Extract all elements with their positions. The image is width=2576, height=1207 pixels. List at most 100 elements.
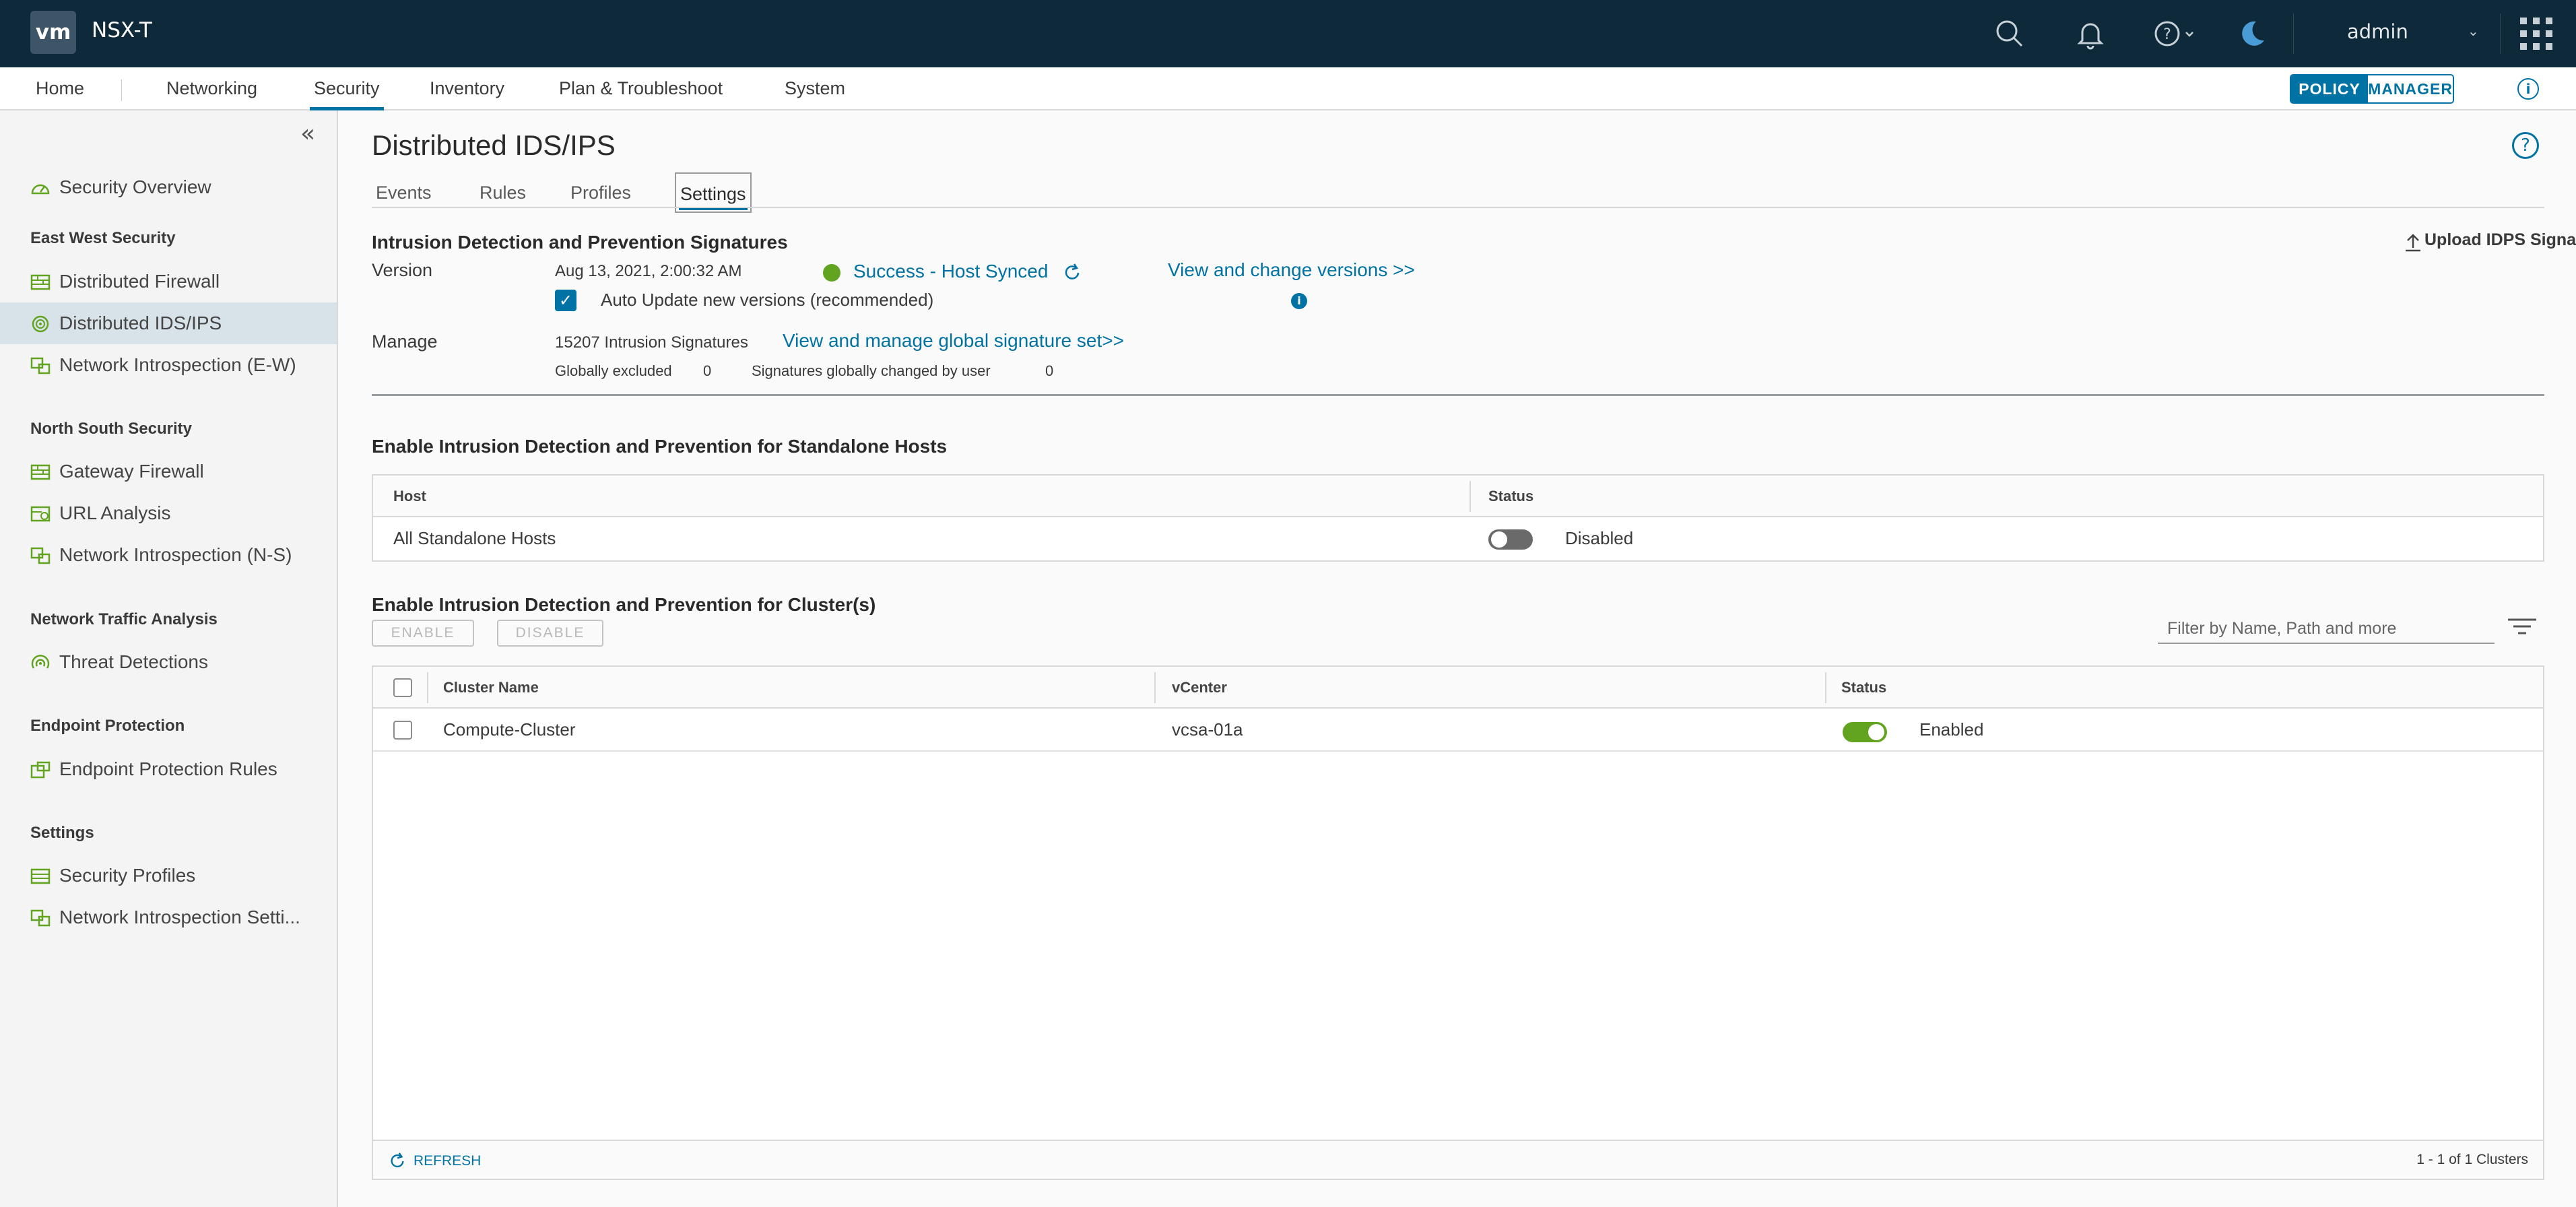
disable-button[interactable]: DISABLE: [497, 620, 603, 647]
column-separator: [1469, 481, 1471, 512]
url-analysis-icon: [30, 506, 51, 522]
select-all-checkbox[interactable]: [393, 678, 412, 697]
sidebar-item-distributed-firewall[interactable]: Distributed Firewall: [0, 261, 337, 302]
globally-excluded-value: 0: [703, 362, 712, 379]
sidebar-item-threat-detections[interactable]: Threat Detections: [0, 641, 337, 683]
sidebar-item-network-introspection-ns[interactable]: Network Introspection (N-S): [0, 534, 337, 576]
filter-icon[interactable]: [2507, 617, 2538, 637]
nav-networking[interactable]: Networking: [166, 78, 257, 110]
sidebar-item-label: Network Introspection Setti...: [59, 907, 300, 927]
search-icon[interactable]: [1993, 18, 2026, 50]
column-header-vcenter: vCenter: [1172, 679, 1227, 696]
upload-icon: [2406, 234, 2420, 252]
sidebar-item-distributed-ids-ips[interactable]: Distributed IDS/IPS: [0, 302, 337, 344]
main-content: Distributed IDS/IPS ? Events Rules Profi…: [338, 110, 2576, 1207]
global-header: vm NSX-T ? admin ⌄: [0, 0, 2576, 67]
enable-button[interactable]: ENABLE: [372, 620, 474, 647]
pagination-text: 1 - 1 of 1 Clusters: [2416, 1152, 2528, 1167]
host-name: All Standalone Hosts: [393, 528, 556, 548]
sidebar-item-label: Security Profiles: [59, 865, 196, 886]
changed-by-user-value: 0: [1045, 362, 1054, 379]
page-title: Distributed IDS/IPS: [372, 129, 616, 161]
column-separator: [1154, 672, 1156, 703]
column-separator: [1825, 672, 1826, 703]
sidebar-item-label: Network Introspection (N-S): [59, 544, 292, 565]
filter-input[interactable]: [2158, 614, 2495, 644]
threat-radar-icon: [31, 655, 50, 669]
sidebar-item-security-overview[interactable]: Security Overview: [0, 166, 337, 208]
introspection-icon: [30, 547, 51, 564]
column-header-status: Status: [1841, 679, 1887, 696]
refresh-label: REFRESH: [414, 1153, 482, 1169]
sidebar-item-label: Security Overview: [59, 176, 211, 197]
cluster-status-text: Enabled: [1919, 719, 1984, 740]
table-header: Cluster Name vCenter Status: [373, 667, 2543, 709]
policy-mode-button[interactable]: POLICY: [2291, 75, 2369, 102]
sidebar-item-label: URL Analysis: [59, 502, 171, 523]
help-icon[interactable]: ?: [2512, 132, 2539, 159]
manager-mode-button[interactable]: MANAGER: [2368, 75, 2453, 102]
refresh-icon[interactable]: [1062, 263, 1082, 283]
auto-update-checkbox[interactable]: ✓: [555, 290, 576, 311]
primary-nav: Home Networking Security Inventory Plan …: [0, 67, 2576, 110]
header-separator: [2293, 13, 2294, 54]
sidebar-item-label: Threat Detections: [59, 651, 208, 672]
chevron-down-icon[interactable]: ⌄: [2468, 23, 2479, 39]
info-icon[interactable]: i: [1291, 293, 1307, 309]
sidebar-item-gateway-firewall[interactable]: Gateway Firewall: [0, 451, 337, 492]
column-separator: [427, 672, 428, 703]
sidebar-section-endpoint: Endpoint Protection: [30, 717, 185, 735]
app-launcher-icon[interactable]: [2519, 16, 2554, 51]
table-row[interactable]: Compute-Cluster vcsa-01a Enabled: [373, 709, 2543, 752]
help-menu-icon[interactable]: ?: [2152, 18, 2197, 50]
refresh-button[interactable]: REFRESH: [388, 1149, 496, 1172]
ids-target-icon: [32, 315, 49, 333]
manage-signatures-link[interactable]: View and manage global signature set>>: [783, 330, 1124, 352]
version-label: Version: [372, 260, 433, 280]
version-date: Aug 13, 2021, 2:00:32 AM: [555, 262, 742, 280]
view-change-versions-link[interactable]: View and change versions >>: [1168, 259, 1415, 281]
table-footer: REFRESH 1 - 1 of 1 Clusters: [373, 1140, 2543, 1179]
standalone-section-title: Enable Intrusion Detection and Preventio…: [372, 436, 948, 457]
sidebar-section-east-west: East West Security: [30, 229, 176, 247]
upload-signatures-button[interactable]: Upload IDPS Signatures: [2406, 229, 2576, 253]
changed-by-user-label: Signatures globally changed by user: [752, 362, 991, 379]
nav-plan-troubleshoot[interactable]: Plan & Troubleshoot: [559, 78, 723, 110]
sidebar-item-url-analysis[interactable]: URL Analysis: [0, 492, 337, 534]
nav-security[interactable]: Security: [310, 78, 384, 110]
sidebar-section-traffic-analysis: Network Traffic Analysis: [30, 610, 218, 628]
gauge-icon: [31, 184, 50, 195]
vmware-logo: vm: [30, 11, 76, 54]
cluster-vcenter: vcsa-01a: [1172, 719, 1243, 740]
firewall-icon: [30, 274, 51, 290]
signatures-section-title: Intrusion Detection and Prevention Signa…: [372, 232, 788, 253]
sidebar-item-label: Network Introspection (E-W): [59, 354, 296, 375]
nav-system[interactable]: System: [785, 78, 845, 110]
theme-moon-icon[interactable]: [2236, 18, 2268, 50]
clusters-table: Cluster Name vCenter Status Compute-Clus…: [372, 665, 2544, 1180]
profiles-icon: [30, 868, 51, 884]
sidebar-item-security-profiles[interactable]: Security Profiles: [0, 855, 337, 896]
refresh-icon: [391, 1152, 404, 1168]
sidebar-item-network-introspection-settings[interactable]: Network Introspection Setti...: [0, 896, 337, 938]
sidebar-item-network-introspection-ew[interactable]: Network Introspection (E-W): [0, 344, 337, 386]
sync-status-text: Success - Host Synced: [853, 261, 1049, 282]
nav-inventory[interactable]: Inventory: [430, 78, 504, 110]
standalone-hosts-table: Host Status All Standalone Hosts Disable…: [372, 474, 2544, 562]
row-checkbox[interactable]: [393, 721, 412, 740]
table-row: All Standalone Hosts Disabled: [373, 517, 2543, 560]
info-icon[interactable]: i: [2517, 78, 2539, 100]
bell-icon[interactable]: [2074, 18, 2107, 50]
nav-home[interactable]: Home: [36, 78, 84, 110]
product-name: NSX-T: [92, 18, 152, 42]
signature-count: 15207 Intrusion Signatures: [555, 333, 748, 352]
standalone-status-toggle[interactable]: [1488, 529, 1533, 550]
clusters-section-title: Enable Intrusion Detection and Preventio…: [372, 594, 876, 615]
policy-manager-toggle: POLICY MANAGER: [2290, 74, 2454, 104]
user-menu[interactable]: admin: [2347, 20, 2408, 43]
collapse-sidebar-icon[interactable]: «: [300, 120, 315, 148]
nav-separator: [121, 79, 122, 101]
sidebar-item-endpoint-protection-rules[interactable]: Endpoint Protection Rules: [0, 748, 337, 790]
cluster-status-toggle[interactable]: [1843, 722, 1887, 742]
sidebar: « Security Overview East West Security D…: [0, 110, 338, 1207]
